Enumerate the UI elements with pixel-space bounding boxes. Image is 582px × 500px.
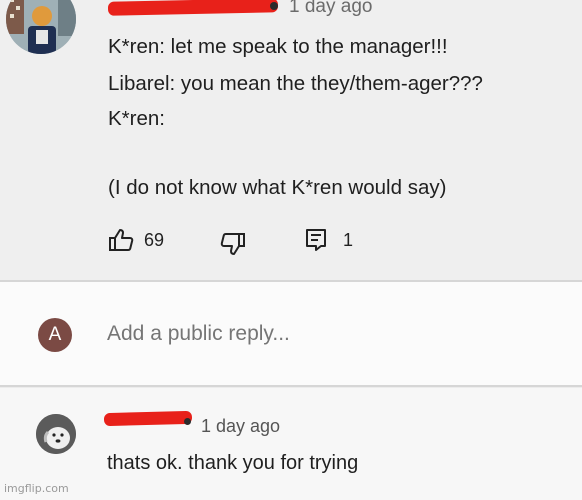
user-avatar: A — [38, 318, 72, 352]
replies-button[interactable]: 1 — [305, 228, 353, 252]
like-count: 69 — [144, 229, 165, 250]
reply-text: thats ok. thank you for trying — [107, 452, 359, 474]
reply-icon — [306, 229, 326, 251]
comment-line-2: Libarel: you mean the they/them-ager??? — [108, 72, 483, 95]
reply-count: 1 — [343, 229, 354, 250]
watermark: imgflip.com — [4, 482, 69, 495]
username-tail — [270, 2, 278, 10]
thumbs-down-icon — [220, 233, 245, 255]
dog-avatar-icon — [36, 414, 76, 454]
comment-line-4: (I do not know what K*ren would say) — [108, 176, 447, 199]
reply-timestamp: 1 day ago — [201, 416, 281, 436]
dislike-button[interactable] — [220, 232, 246, 256]
comment-timestamp: 1 day ago — [289, 0, 373, 17]
reply-panel — [0, 388, 582, 500]
comment-line-1: K*ren: let me speak to the manager!!! — [108, 35, 448, 58]
like-button[interactable]: 69 — [108, 228, 164, 252]
thumbs-up-icon — [109, 229, 134, 251]
add-reply-input[interactable] — [107, 322, 547, 346]
replier-avatar[interactable] — [36, 414, 76, 454]
comment-line-3: K*ren: — [108, 107, 165, 130]
divider — [0, 385, 582, 387]
username-tail — [184, 418, 191, 425]
redacted-username — [103, 410, 193, 427]
